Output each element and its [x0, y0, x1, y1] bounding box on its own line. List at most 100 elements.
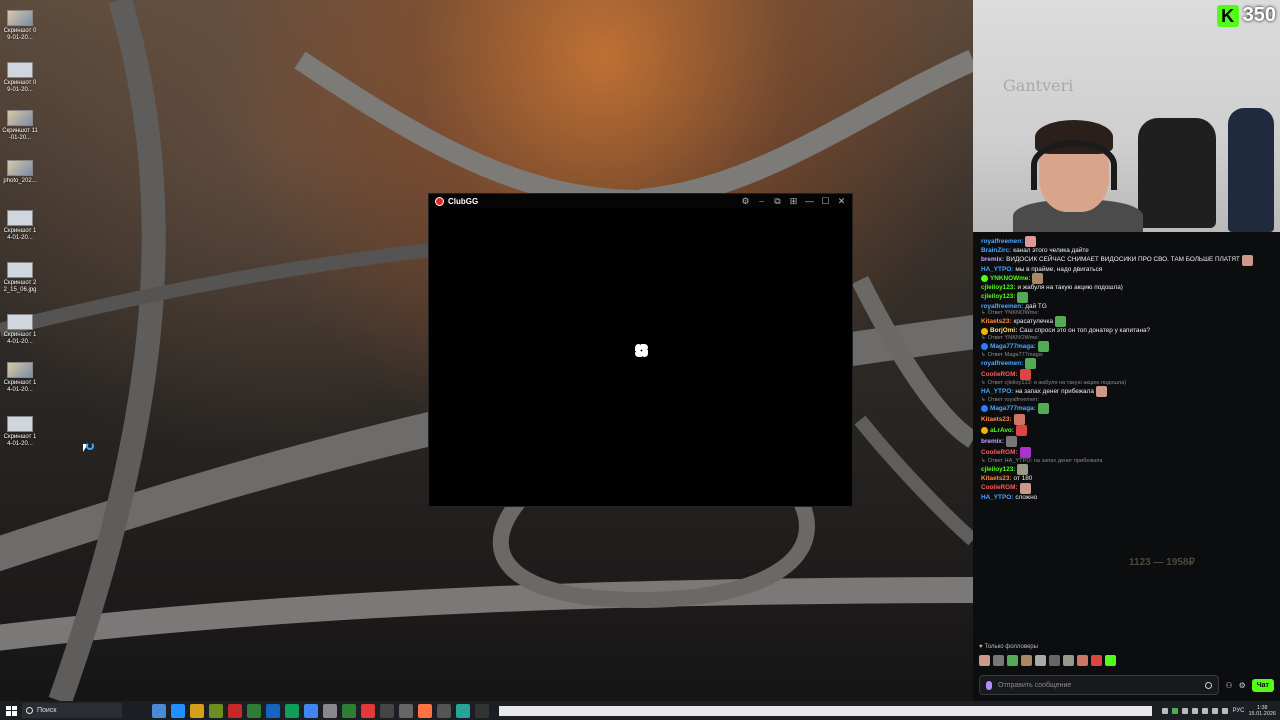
clubgg-window[interactable]: ClubGG ⚙ ⎯ ⧉ ⊞ — ☐ ✕: [428, 193, 853, 507]
chat-message[interactable]: cjleiloy123:: [981, 291, 1280, 303]
chat-message[interactable]: royalfreemen:: [981, 357, 1280, 369]
minimize-button[interactable]: —: [805, 196, 814, 206]
chat-username[interactable]: bremix:: [981, 438, 1004, 446]
chat-username[interactable]: cjleiloy123:: [981, 293, 1015, 301]
taskbar-app-icon[interactable]: [342, 703, 356, 718]
desktop-file-icon[interactable]: photo_202...: [2, 160, 38, 185]
microphone-icon[interactable]: [986, 680, 992, 690]
tray-icon[interactable]: [1202, 707, 1209, 714]
chat-username[interactable]: royalfreemen:: [981, 360, 1023, 368]
chat-message[interactable]: bremix: ВИДОСИК СЕЙЧАС СНИМАЕТ ВИДОСИКИ П…: [981, 254, 1280, 266]
chat-message[interactable]: aLrAvo:: [981, 424, 1280, 436]
chat-username[interactable]: Maga777maga:: [990, 343, 1036, 351]
tray-icon[interactable]: [1182, 707, 1189, 714]
chat-message[interactable]: CoolieRGM:: [981, 446, 1280, 458]
chat-message[interactable]: cjleiloy123: и жабуля на такую акцию подо…: [981, 284, 1280, 292]
settings-gear-icon[interactable]: ⚙: [741, 196, 750, 206]
users-icon[interactable]: ⚇: [1225, 681, 1232, 690]
emote-bar[interactable]: [979, 655, 1116, 666]
chat-username[interactable]: BorjOmi:: [990, 327, 1017, 335]
taskbar-app-icon[interactable]: [209, 703, 223, 718]
chat-username[interactable]: Kitaets23:: [981, 416, 1012, 424]
tray-icon[interactable]: [1192, 707, 1199, 714]
taskbar-app-icon[interactable]: [304, 703, 318, 718]
chat-message[interactable]: royalfreemen: дай TG: [981, 303, 1280, 311]
clock[interactable]: 1:38 15.01.2026: [1248, 705, 1276, 717]
chat-message[interactable]: HA_YTPO: сложно: [981, 494, 1280, 502]
chat-message-input[interactable]: Отправить сообщение: [979, 675, 1220, 695]
desktop-file-icon[interactable]: Скриншот 09-01-20...: [2, 62, 38, 94]
taskbar-app-icon[interactable]: [361, 703, 375, 718]
chat-username[interactable]: HA_YTPO:: [981, 494, 1013, 502]
pin-icon[interactable]: ⎯: [757, 196, 766, 206]
chat-message[interactable]: Kitaets23: красатулечка: [981, 316, 1280, 328]
tray-icon[interactable]: [1162, 707, 1169, 714]
chat-message[interactable]: CoolieRGM:: [981, 482, 1280, 494]
tray-icon[interactable]: [1172, 707, 1179, 714]
chat-username[interactable]: Kitaets23:: [981, 318, 1012, 326]
taskbar-app-icon[interactable]: [190, 703, 204, 718]
chat-message[interactable]: Kitaets23:: [981, 413, 1280, 425]
chat-message[interactable]: HA_YTPO: на запах денег прибежала: [981, 385, 1280, 397]
taskbar-app-icon[interactable]: [475, 703, 489, 718]
chat-username[interactable]: HA_YTPO:: [981, 388, 1013, 396]
emote-icon[interactable]: [1049, 655, 1060, 666]
chat-username[interactable]: Maga777maga:: [990, 405, 1036, 413]
maximize-button[interactable]: ☐: [821, 196, 830, 206]
emote-icon[interactable]: [1077, 655, 1088, 666]
chat-username[interactable]: BrainZirc:: [981, 247, 1011, 255]
restore-icon[interactable]: ⧉: [773, 196, 782, 206]
settings-gear-icon[interactable]: ⚙: [1239, 681, 1246, 690]
volume-icon[interactable]: [1222, 707, 1229, 714]
chat-username[interactable]: royalfreemen:: [981, 303, 1023, 311]
window-titlebar[interactable]: ClubGG ⚙ ⎯ ⧉ ⊞ — ☐ ✕: [429, 194, 852, 208]
close-button[interactable]: ✕: [837, 196, 846, 206]
taskbar-app-icon[interactable]: [266, 703, 280, 718]
emote-icon[interactable]: [1021, 655, 1032, 666]
chat-send-button[interactable]: Чат: [1251, 678, 1274, 692]
taskbar-app-icon[interactable]: [456, 703, 470, 718]
emote-icon[interactable]: [1007, 655, 1018, 666]
taskbar-app-icon[interactable]: [380, 703, 394, 718]
desktop-file-icon[interactable]: Скриншот 09-01-20...: [2, 10, 38, 42]
taskbar-app-icon[interactable]: [152, 703, 166, 718]
chat-message[interactable]: Kitaets23: от 180: [981, 475, 1280, 483]
chat-message[interactable]: CoolieRGM:: [981, 368, 1280, 380]
taskbar-app-icon[interactable]: [171, 703, 185, 718]
taskbar-app-icon[interactable]: [418, 703, 432, 718]
chat-username[interactable]: royalfreemen:: [981, 238, 1023, 246]
windows-start-button[interactable]: [4, 704, 18, 718]
taskbar-app-icon[interactable]: [285, 703, 299, 718]
taskbar-app-icon[interactable]: [399, 703, 413, 718]
desktop-file-icon[interactable]: Скриншот 14-01-20...: [2, 314, 38, 346]
grid-view-icon[interactable]: ⊞: [789, 196, 798, 206]
chat-message[interactable]: Maga777maga:: [981, 340, 1280, 352]
chat-username[interactable]: cjleiloy123:: [981, 284, 1015, 292]
desktop-file-icon[interactable]: Скриншот 14-01-20...: [2, 416, 38, 448]
taskbar-app-icon[interactable]: [437, 703, 451, 718]
chat-message[interactable]: BrainZirc: канал этого челика дайте: [981, 247, 1280, 255]
chat-username[interactable]: CoolieRGM:: [981, 371, 1018, 379]
emote-icon[interactable]: [993, 655, 1004, 666]
emoji-icon[interactable]: [1205, 681, 1213, 689]
emote-icon[interactable]: [1091, 655, 1102, 666]
emote-icon[interactable]: [1105, 655, 1116, 666]
chat-message[interactable]: royalfreemen:: [981, 236, 1280, 247]
emote-icon[interactable]: [1063, 655, 1074, 666]
chat-username[interactable]: cjleiloy123:: [981, 466, 1015, 474]
taskbar-app-icon[interactable]: [323, 703, 337, 718]
taskbar-search[interactable]: Поиск: [22, 703, 122, 718]
chat-username[interactable]: CoolieRGM:: [981, 484, 1018, 492]
chat-username[interactable]: aLrAvo:: [990, 427, 1014, 435]
chat-username[interactable]: bremix:: [981, 256, 1004, 264]
taskbar-app-icon[interactable]: [247, 703, 261, 718]
emote-icon[interactable]: [979, 655, 990, 666]
taskbar-app-icon[interactable]: [228, 703, 242, 718]
chat-message-list[interactable]: royalfreemen: BrainZirc: канал этого челик…: [973, 236, 1280, 674]
chat-username[interactable]: Kitaets23:: [981, 475, 1012, 483]
chat-message[interactable]: Maga777maga:: [981, 402, 1280, 414]
chat-message[interactable]: bremix:: [981, 435, 1280, 447]
chat-message[interactable]: cjleiloy123:: [981, 463, 1280, 475]
emote-icon[interactable]: [1035, 655, 1046, 666]
desktop-file-icon[interactable]: Скриншот 22_15_06.jpg: [2, 262, 38, 294]
